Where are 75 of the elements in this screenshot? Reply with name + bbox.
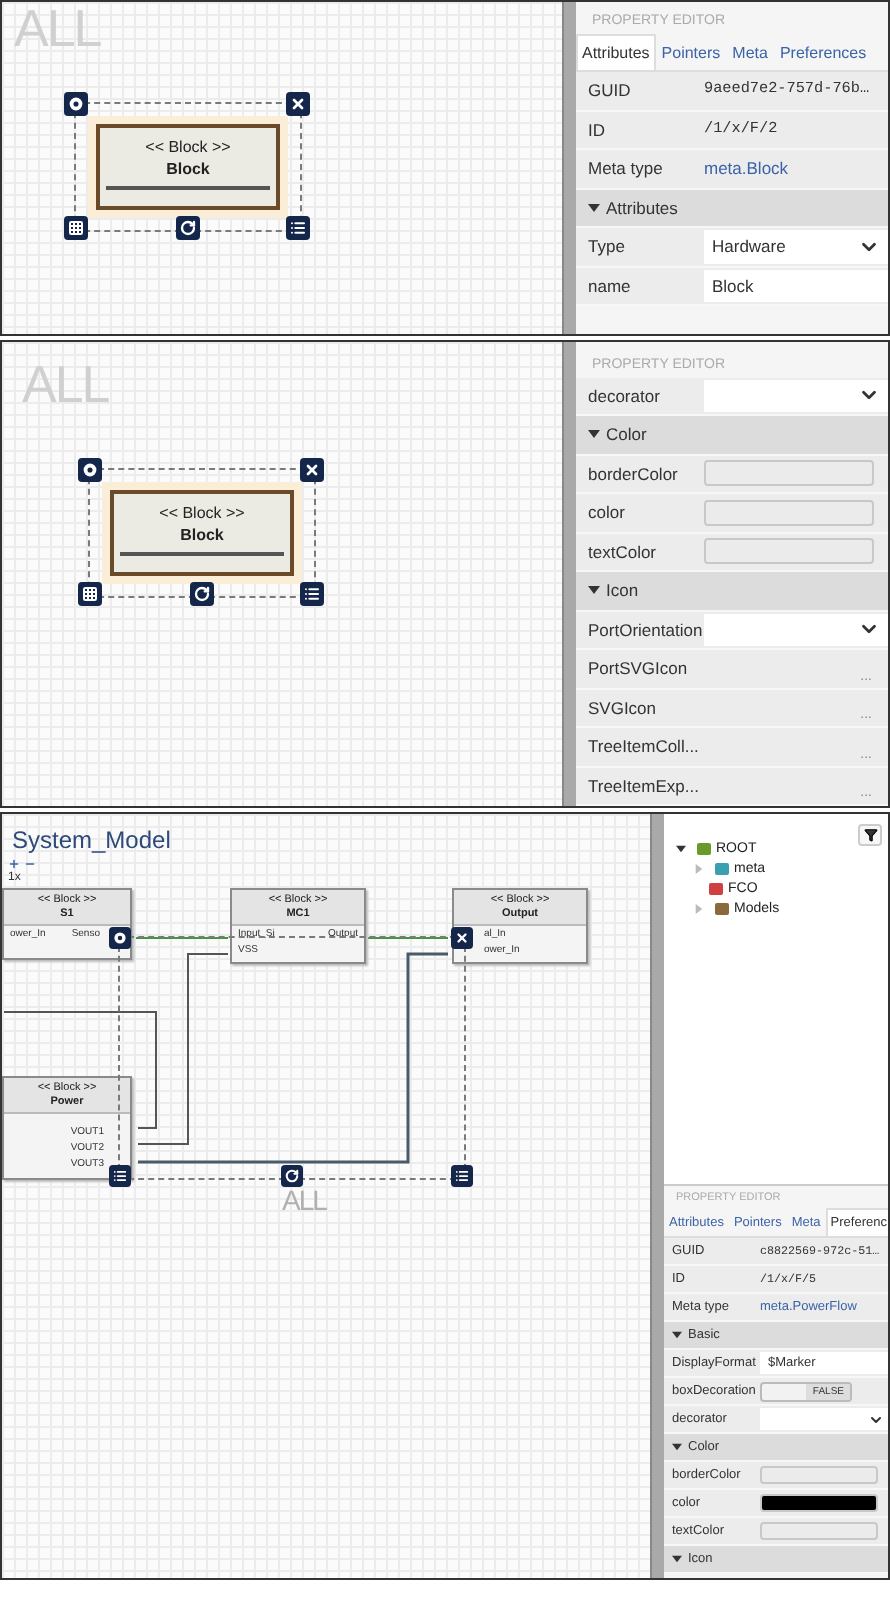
tab[interactable]: Attributes bbox=[576, 34, 656, 70]
property-label: Meta type bbox=[588, 158, 665, 179]
property-label: borderColor bbox=[588, 463, 680, 484]
section-title[interactable]: Icon bbox=[606, 580, 639, 601]
block-name: Block bbox=[178, 524, 226, 546]
caret-icon[interactable] bbox=[672, 1330, 682, 1340]
property-label: PortOrientation bbox=[588, 619, 704, 640]
node-icon bbox=[714, 861, 730, 875]
node-icon bbox=[714, 901, 730, 915]
color-field[interactable] bbox=[704, 460, 874, 487]
block-stereotype: << Block >> bbox=[143, 136, 233, 158]
settings-icon[interactable] bbox=[64, 92, 88, 116]
scrollbar[interactable] bbox=[562, 342, 576, 806]
close-icon[interactable] bbox=[300, 458, 324, 482]
connection-line[interactable] bbox=[3, 1011, 157, 1129]
property-label: TreeItemColl... bbox=[588, 736, 699, 757]
node-icon bbox=[708, 881, 724, 895]
input-field[interactable]: Block bbox=[704, 269, 888, 302]
select-field[interactable] bbox=[760, 1408, 888, 1430]
property-label: decorator bbox=[588, 385, 662, 406]
connection-line[interactable] bbox=[138, 952, 448, 1164]
scrollbar[interactable] bbox=[562, 2, 576, 334]
property-label: GUID bbox=[588, 80, 633, 101]
model-title: System_Model bbox=[12, 826, 171, 854]
caret-icon[interactable] bbox=[672, 1442, 682, 1452]
caret-icon[interactable] bbox=[672, 1554, 682, 1564]
caret-icon[interactable] bbox=[588, 201, 600, 214]
tab[interactable]: Meta bbox=[726, 34, 774, 70]
settings-icon[interactable] bbox=[109, 927, 131, 949]
filter-button[interactable] bbox=[858, 824, 882, 846]
property-label: color bbox=[588, 502, 627, 523]
grid-icon[interactable] bbox=[78, 582, 102, 606]
property-label: PortSVGIcon bbox=[588, 658, 688, 679]
property-label: Type bbox=[588, 236, 627, 257]
list-icon[interactable] bbox=[286, 216, 310, 240]
caret-icon[interactable] bbox=[588, 428, 600, 441]
expander-icon[interactable] bbox=[676, 843, 686, 853]
color-field[interactable] bbox=[704, 538, 874, 565]
property-label: name bbox=[588, 275, 633, 296]
color-field[interactable] bbox=[760, 1466, 878, 1484]
block-name: Block bbox=[164, 158, 212, 180]
section-title[interactable]: Attributes bbox=[606, 197, 678, 218]
grid-icon[interactable] bbox=[64, 216, 88, 240]
zoom-in-icon[interactable] bbox=[8, 858, 20, 870]
select-field[interactable] bbox=[704, 379, 888, 412]
list-icon[interactable] bbox=[109, 1165, 131, 1187]
refresh-icon[interactable] bbox=[175, 216, 199, 240]
refresh-icon[interactable] bbox=[189, 582, 213, 606]
close-icon[interactable] bbox=[286, 92, 310, 116]
tab[interactable]: Preferences bbox=[773, 34, 873, 70]
meta-type-link[interactable]: meta.Block bbox=[704, 158, 876, 179]
list-icon[interactable] bbox=[300, 582, 324, 606]
section-title[interactable]: Color bbox=[606, 424, 647, 445]
node-icon bbox=[696, 841, 712, 855]
caret-icon[interactable] bbox=[588, 584, 600, 597]
property-label: SVGIcon bbox=[588, 697, 657, 718]
color-field[interactable] bbox=[704, 499, 874, 526]
refresh-icon[interactable] bbox=[280, 1165, 302, 1187]
color-field[interactable] bbox=[760, 1522, 878, 1540]
watermark-text: ALL bbox=[282, 1186, 326, 1214]
scrollbar[interactable] bbox=[650, 814, 664, 1578]
select-field[interactable] bbox=[704, 613, 888, 646]
property-label: textColor bbox=[588, 541, 659, 562]
select-field[interactable]: Hardware bbox=[704, 230, 888, 263]
close-icon[interactable] bbox=[451, 927, 473, 949]
block-stereotype: << Block >> bbox=[157, 502, 247, 524]
property-label: TreeItemExp... bbox=[588, 775, 699, 796]
color-field[interactable] bbox=[760, 1494, 878, 1512]
chevron-down-icon bbox=[868, 1411, 884, 1427]
property-label: ID bbox=[588, 119, 607, 140]
zoom-out-icon[interactable] bbox=[24, 858, 36, 870]
list-icon[interactable] bbox=[451, 1165, 473, 1187]
connection-line[interactable] bbox=[137, 953, 229, 1145]
tab[interactable]: Pointers bbox=[655, 34, 727, 70]
settings-icon[interactable] bbox=[78, 458, 102, 482]
